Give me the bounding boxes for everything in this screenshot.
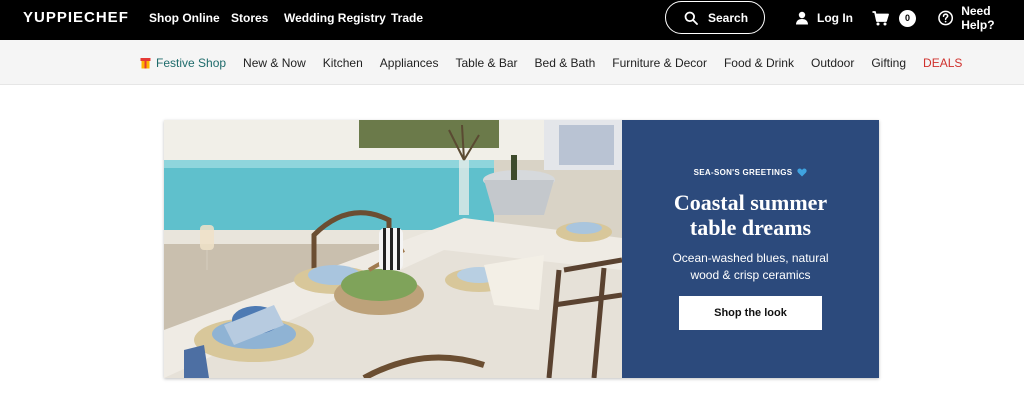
hero-eyebrow-text: SEA-SON'S GREETINGS: [693, 168, 793, 177]
category-outdoor[interactable]: Outdoor: [811, 56, 854, 70]
category-food-drink[interactable]: Food & Drink: [724, 56, 794, 70]
hero-eyebrow: SEA-SON'S GREETINGS: [622, 168, 879, 177]
category-bed-bath[interactable]: Bed & Bath: [535, 56, 596, 70]
cart-icon: [872, 10, 889, 25]
nav-shop-online[interactable]: Shop Online: [149, 11, 220, 25]
category-bar: Festive Shop New & Now Kitchen Appliance…: [0, 40, 1024, 85]
help-button[interactable]: Need Help?: [938, 0, 1024, 36]
nav-stores[interactable]: Stores: [231, 11, 268, 25]
category-new-now[interactable]: New & Now: [243, 56, 306, 70]
category-deals[interactable]: DEALS: [923, 56, 962, 70]
category-appliances[interactable]: Appliances: [380, 56, 439, 70]
cart-button[interactable]: 0: [872, 0, 916, 36]
hero-title-line-2: table dreams: [689, 215, 812, 240]
hero-photo-illustration: [164, 120, 622, 378]
login-label: Log In: [817, 11, 853, 25]
category-gifting[interactable]: Gifting: [871, 56, 906, 70]
search-button[interactable]: Search: [665, 1, 765, 34]
search-label: Search: [708, 10, 749, 25]
cart-count-badge: 0: [899, 9, 916, 27]
nav-wedding-registry[interactable]: Wedding Registry: [284, 11, 386, 25]
category-table-bar[interactable]: Table & Bar: [455, 56, 517, 70]
category-furniture-decor[interactable]: Furniture & Decor: [612, 56, 707, 70]
hero-image-coastal-table[interactable]: [164, 120, 622, 378]
shop-the-look-button[interactable]: Shop the look: [679, 296, 822, 330]
login-button[interactable]: Log In: [795, 0, 853, 36]
nav-trade[interactable]: Trade: [391, 11, 423, 25]
category-festive-label: Festive Shop: [156, 55, 227, 70]
category-list: Festive Shop New & Now Kitchen Appliance…: [140, 40, 962, 85]
hero-subtitle: Ocean-washed blues, natural wood & crisp…: [652, 250, 849, 284]
hero-title: Coastal summer table dreams: [622, 190, 879, 240]
user-icon: [796, 11, 808, 25]
heart-icon: [797, 168, 807, 177]
hero-subtitle-line-1: Ocean-washed blues, natural: [672, 251, 829, 265]
category-festive-shop[interactable]: Festive Shop: [140, 56, 226, 70]
hero-text-panel: SEA-SON'S GREETINGS Coastal summer table…: [622, 120, 879, 378]
hero-banner[interactable]: SEA-SON'S GREETINGS Coastal summer table…: [164, 120, 879, 378]
help-label: Need Help?: [961, 4, 995, 32]
gift-tag-icon: [140, 57, 151, 68]
top-bar: YUPPIECHEF Shop Online Stores Wedding Re…: [0, 0, 1024, 40]
hero-subtitle-line-2: wood & crisp ceramics: [690, 268, 811, 282]
search-icon: [684, 11, 698, 25]
hero-title-line-1: Coastal summer: [673, 190, 828, 215]
yuppiechef-logo[interactable]: YUPPIECHEF: [23, 9, 129, 26]
category-kitchen[interactable]: Kitchen: [323, 56, 363, 70]
help-icon: [938, 10, 954, 26]
